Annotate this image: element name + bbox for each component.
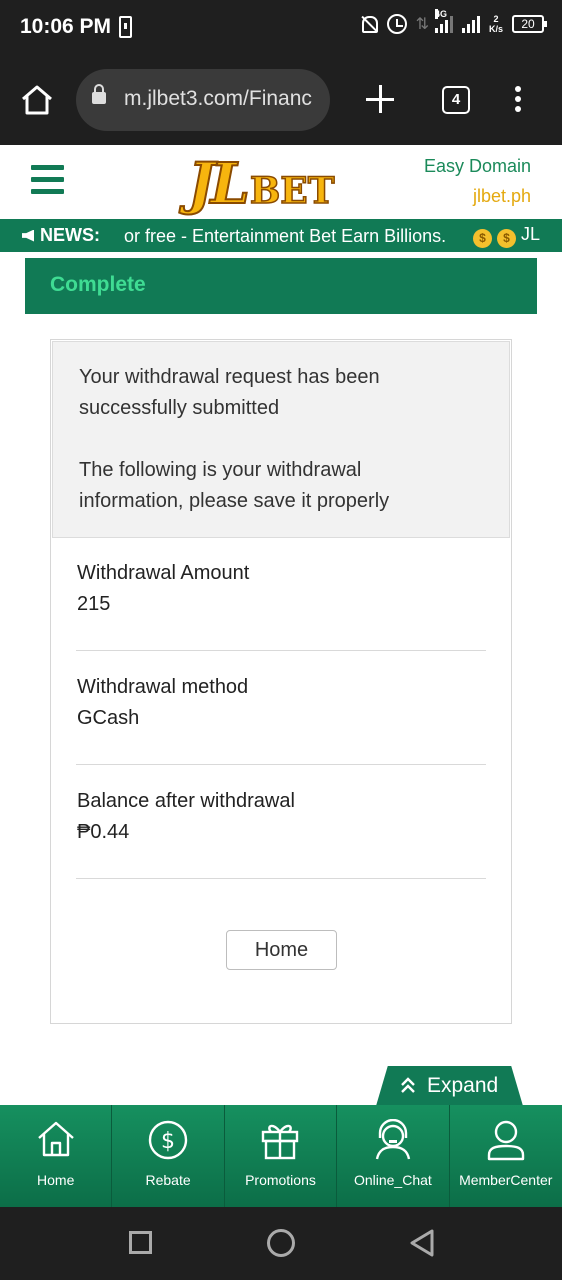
nav-member-center-label: MemberCenter (459, 1172, 553, 1188)
system-home-button[interactable] (267, 1229, 295, 1257)
data-arrows-icon: ⇅ (415, 16, 430, 33)
nav-promotions[interactable]: Promotions (225, 1105, 338, 1207)
nav-rebate-label: Rebate (145, 1172, 191, 1188)
domain-link[interactable]: jlbet.ph (473, 186, 531, 207)
logo-bet: BET (249, 169, 335, 213)
news-tail: $ $ JL (473, 224, 540, 248)
balance-label: Balance after withdrawal (77, 790, 295, 812)
news-ticker: NEWS: or free - Entertainment Bet Earn B… (0, 219, 562, 252)
nav-member-center[interactable]: MemberCenter (450, 1105, 562, 1207)
bottom-nav: Home $ Rebate Promotions Online_Chat Mem… (0, 1105, 562, 1207)
new-tab-button[interactable] (366, 84, 396, 114)
battery-icon: 20 (512, 15, 547, 33)
hamburger-menu-icon[interactable] (31, 165, 64, 195)
nav-promotions-label: Promotions (245, 1172, 316, 1188)
money-bag-icon: $ (497, 229, 516, 248)
signal-icon-2 (461, 15, 480, 33)
news-label: NEWS: (22, 225, 100, 246)
withdrawal-amount-row: Withdrawal Amount 215 (76, 537, 486, 651)
alarm-icon (386, 14, 407, 34)
jlbet-logo[interactable]: JL BET (187, 148, 374, 217)
news-text: or free - Entertainment Bet Earn Billion… (124, 226, 447, 246)
info-line-2: information, please save it properly (79, 490, 390, 512)
logo-jl: JL (187, 151, 251, 217)
money-bag-icon: $ (473, 229, 492, 248)
net-speed-value: 2 (493, 14, 499, 24)
nav-online-chat[interactable]: Online_Chat (337, 1105, 450, 1207)
withdrawal-method-row: Withdrawal method GCash (76, 651, 486, 765)
news-label-text: NEWS: (40, 225, 100, 245)
headset-icon (375, 1119, 411, 1160)
browser-menu-icon[interactable] (513, 86, 523, 116)
speaker-icon (22, 229, 34, 242)
message-line-2: successfully submitted (79, 397, 280, 419)
phone-icon (119, 16, 132, 38)
expand-button[interactable]: Expand (376, 1066, 523, 1106)
withdrawal-method-label: Withdrawal method (77, 676, 249, 698)
gift-icon (262, 1124, 299, 1160)
status-icons: ⇅ 4G 2 K/s 20 (360, 9, 547, 34)
withdrawal-amount-label: Withdrawal Amount (77, 562, 250, 584)
news-tail-text: JL (521, 224, 541, 244)
status-time: 10:06 PM (20, 15, 112, 38)
recent-apps-button[interactable] (129, 1231, 152, 1254)
info-line-1: The following is your withdrawal (79, 459, 362, 481)
nav-online-chat-label: Online_Chat (353, 1172, 432, 1188)
net-speed: 2 K/s (489, 14, 503, 34)
double-chevron-up-icon (401, 1077, 415, 1093)
message-line-1: Your withdrawal request has been (79, 366, 380, 388)
network-type: 4G (434, 9, 447, 19)
home-button[interactable]: Home (226, 930, 337, 970)
lock-icon (92, 84, 106, 104)
back-button[interactable] (409, 1229, 435, 1257)
nav-home[interactable]: Home (0, 1105, 113, 1207)
browser-home-icon[interactable] (20, 84, 54, 116)
withdrawal-method-value: GCash (77, 707, 140, 729)
nav-rebate[interactable]: $ Rebate (112, 1105, 225, 1207)
balance-value: ₱0.44 (77, 821, 130, 843)
bell-muted-icon (360, 14, 378, 34)
tabs-button[interactable]: 4 (442, 86, 470, 114)
balance-row: Balance after withdrawal ₱0.44 (76, 765, 486, 879)
url-text[interactable]: m.jlbet3.com/Financ (124, 87, 324, 111)
easy-domain-label: Easy Domain (423, 156, 531, 176)
signal-icon: 4G (434, 9, 453, 33)
user-icon (487, 1120, 524, 1161)
status-title: Complete (50, 273, 146, 296)
dollar-icon: $ (148, 1120, 188, 1160)
status-bar: 10:06 PM ⇅ 4G 2 K/s 20 (0, 0, 562, 56)
card-message: Your withdrawal request has been success… (52, 341, 510, 538)
home-icon (37, 1121, 74, 1157)
status-title-bar: Complete (25, 258, 537, 314)
withdrawal-card: Your withdrawal request has been success… (50, 339, 512, 1024)
withdrawal-amount-value: 215 (77, 593, 111, 615)
nav-home-label: Home (37, 1172, 75, 1188)
svg-text:$: $ (161, 1129, 175, 1154)
expand-label: Expand (427, 1074, 499, 1097)
net-speed-unit: K/s (488, 24, 503, 34)
